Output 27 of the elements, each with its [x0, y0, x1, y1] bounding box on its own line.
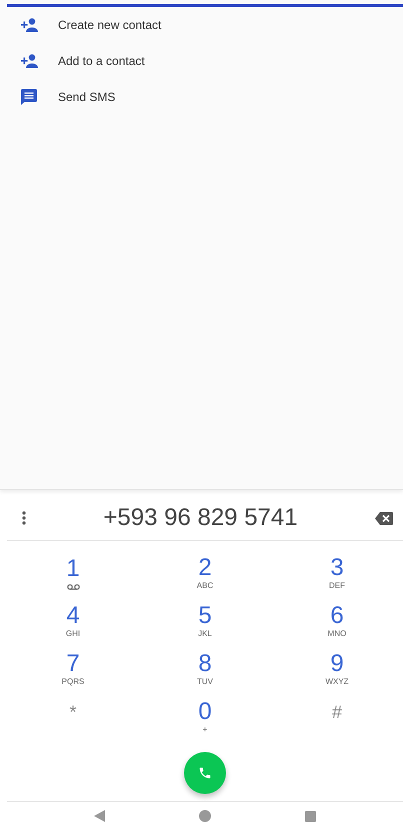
dial-key[interactable]: 5 JKL	[139, 597, 271, 645]
dial-key[interactable]: 4 GHI	[7, 597, 139, 645]
recents-icon[interactable]	[305, 810, 316, 822]
dial-key[interactable]: 2 ABC	[139, 549, 271, 597]
action-item[interactable]: Create new contact	[7, 7, 403, 43]
backspace-icon[interactable]	[374, 512, 393, 524]
dial-key[interactable]: 9 WXYZ	[271, 645, 403, 693]
dial-key[interactable]: *	[7, 693, 139, 741]
dial-key[interactable]: 3 DEF	[271, 549, 403, 597]
dial-key[interactable]: #	[271, 693, 403, 741]
phone-icon	[198, 766, 212, 780]
message-icon	[19, 89, 39, 105]
add-person-icon	[19, 54, 39, 68]
dial-key[interactable]: 8 TUV	[139, 645, 271, 693]
dial-key[interactable]: 7 PQRS	[7, 645, 139, 693]
phone-number: +593 96 829 5741	[103, 504, 298, 532]
back-icon[interactable]	[94, 810, 105, 822]
more-options-icon[interactable]	[22, 511, 26, 525]
add-person-icon	[19, 18, 39, 32]
dial-key[interactable]: 1	[7, 549, 139, 597]
action-item[interactable]: Add to a contact	[7, 43, 403, 79]
dial-key[interactable]: 0 +	[139, 693, 271, 741]
home-icon[interactable]	[199, 810, 211, 822]
call-button[interactable]	[184, 752, 226, 794]
voicemail-icon	[66, 584, 80, 590]
dial-key[interactable]: 6 MNO	[271, 597, 403, 645]
action-item[interactable]: Send SMS	[7, 79, 403, 115]
